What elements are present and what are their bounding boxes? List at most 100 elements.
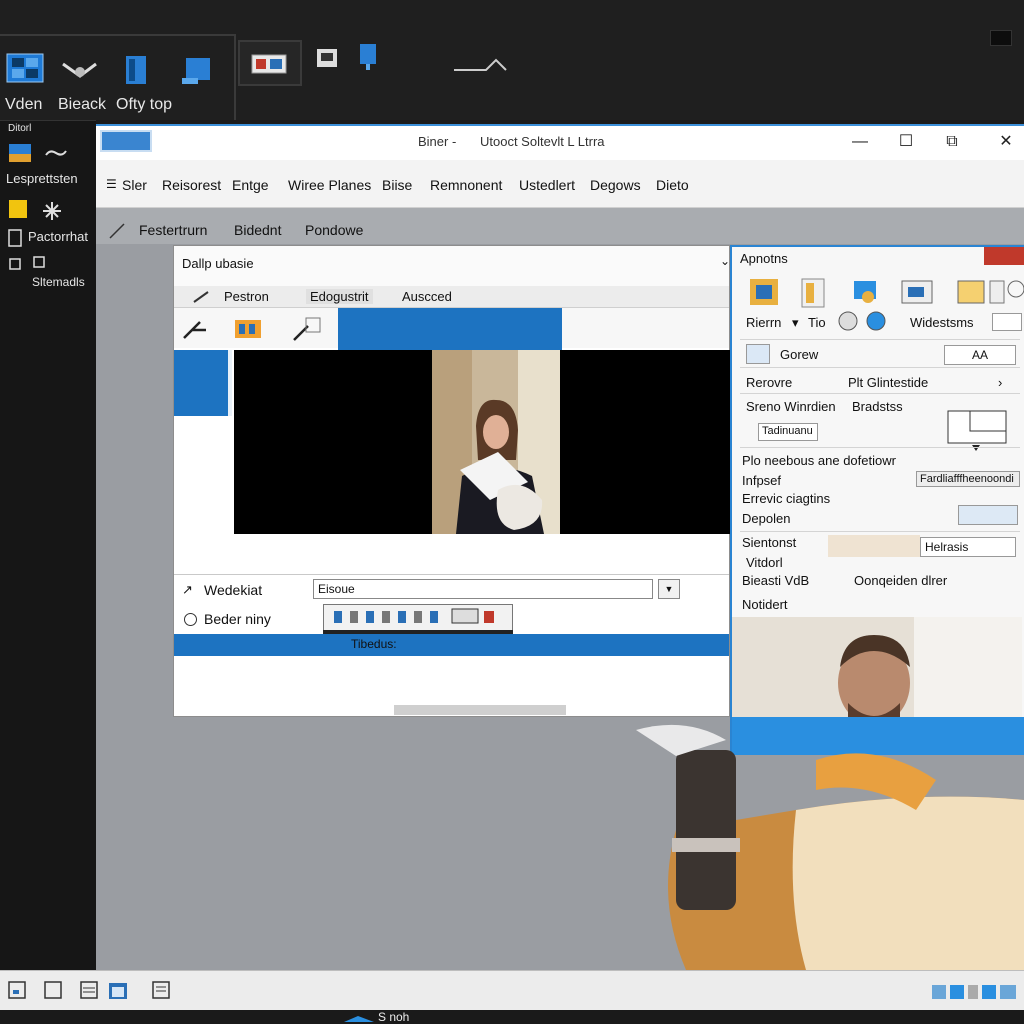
subtool-item[interactable]: Bidednt	[234, 222, 281, 238]
search-button[interactable]: AA	[944, 345, 1016, 365]
sidebar-header: Ditorl	[8, 123, 32, 134]
dialog-tabs: Pestron Edogustrit Auscced	[174, 286, 729, 308]
arrow-icon	[344, 1016, 374, 1022]
panel-icon-row[interactable]	[746, 275, 1024, 309]
chevron-down-icon[interactable]: ⌄	[720, 254, 730, 268]
calendar-icon[interactable]	[108, 981, 128, 1001]
menu-item[interactable]: Degows	[590, 177, 641, 193]
menu-item[interactable]: Sler	[122, 177, 147, 193]
section-line: Errevic ciagtins	[742, 491, 831, 506]
row-value[interactable]: Bradstss	[852, 399, 903, 414]
dark-minimize-button[interactable]	[990, 30, 1012, 46]
toolbar-label-offtop[interactable]: Ofty top	[116, 96, 172, 114]
close-button[interactable]: ✕	[988, 128, 1024, 158]
menu-item[interactable]: Wiree Planes	[288, 177, 371, 193]
video-preview[interactable]	[234, 350, 731, 534]
field-right[interactable]: Fardliafffheenoondi	[916, 471, 1020, 487]
page-icon[interactable]	[44, 981, 62, 999]
frames-icon	[334, 608, 494, 624]
menu-item[interactable]: Entge	[232, 177, 269, 193]
layout-icon[interactable]	[946, 407, 1008, 451]
divider	[740, 367, 1020, 368]
horizontal-scrollbar[interactable]	[394, 705, 566, 715]
tab-advanced[interactable]: Auscced	[402, 289, 452, 304]
status-bar: Tibedus:	[174, 634, 729, 656]
app-logo	[100, 130, 152, 152]
document-icon[interactable]	[152, 981, 170, 999]
restore-button[interactable]: ⧉	[934, 128, 970, 158]
settings-label: Sientonst	[742, 535, 797, 550]
toolbar-label-break[interactable]: Bieack	[58, 96, 106, 114]
menu-item[interactable]: Reisorest	[162, 177, 221, 193]
toolbar-group-secondary[interactable]	[238, 40, 302, 86]
box-icon[interactable]	[316, 48, 338, 68]
menu-item[interactable]: Remnonent	[430, 177, 502, 193]
panel-label[interactable]: Rierrn	[746, 315, 781, 330]
toolbar-label-video[interactable]: Vden	[5, 96, 42, 114]
link-icon[interactable]	[44, 147, 68, 163]
tab-edit[interactable]: Edogustrit	[306, 289, 373, 304]
minimize-button[interactable]: —	[842, 128, 878, 158]
menu-item[interactable]: Dieto	[656, 177, 689, 193]
menu-item[interactable]: Ustedlert	[519, 177, 575, 193]
divider	[174, 574, 729, 575]
brush-icon	[193, 291, 209, 303]
blue-input[interactable]	[958, 505, 1018, 525]
video-icon[interactable]	[6, 52, 46, 86]
sidebar-item-label[interactable]: Lesprettsten	[6, 171, 78, 186]
layers-icon[interactable]	[8, 255, 48, 275]
monitor-icon[interactable]	[180, 56, 214, 86]
resolution-value[interactable]: Oonqeiden dlrer	[854, 573, 947, 588]
chevron-down-icon[interactable]: ▾	[792, 315, 799, 331]
timeline-marker[interactable]	[174, 350, 232, 416]
panel-close-tab[interactable]	[984, 247, 1024, 265]
search-label[interactable]: Gorew	[780, 347, 818, 362]
arrow-icon	[454, 58, 507, 71]
image-icon[interactable]	[8, 143, 32, 163]
list-icon[interactable]	[80, 981, 98, 999]
row-label: Sreno Winrdien	[746, 399, 836, 414]
sidebar-item-label[interactable]: Pactorrhat	[28, 229, 88, 244]
selection-bar[interactable]	[338, 308, 562, 350]
phone-icon[interactable]	[358, 42, 378, 72]
title-bar: Biner - Utooct Soltevlt L Ltrra — ☐ ⧉ ✕	[96, 124, 1024, 160]
color-swatch[interactable]	[828, 535, 920, 557]
tag-button[interactable]: Tadinuanu	[758, 423, 818, 441]
subtool-item[interactable]: Pondowe	[305, 222, 363, 238]
status-text: S noh	[378, 1010, 410, 1024]
tab-position[interactable]: Pestron	[224, 289, 269, 304]
radio-button[interactable]	[184, 613, 197, 626]
field-dropdown[interactable]: Eisoue	[313, 579, 653, 599]
settings-value[interactable]: Helrasis	[920, 537, 1016, 557]
scissors-icon[interactable]	[182, 318, 208, 340]
subtool-item[interactable]: Festertrurn	[139, 222, 207, 238]
crop-icon[interactable]	[292, 316, 322, 342]
tray-icons[interactable]	[930, 981, 1020, 1003]
pen-icon[interactable]	[108, 222, 126, 240]
document-icon[interactable]	[124, 54, 150, 86]
window-icon[interactable]	[8, 981, 26, 999]
menu-icon[interactable]: ☰	[106, 177, 117, 191]
field-icon: ↗	[182, 582, 193, 597]
section-title: Plo neebous ane dofetiowr	[742, 453, 896, 468]
panel-mini-button[interactable]	[992, 313, 1022, 331]
sidebar-item-label[interactable]: Sltemadls	[32, 275, 85, 289]
note-icon[interactable]	[8, 199, 28, 219]
taskbar	[0, 970, 1024, 1010]
panel-label[interactable]: Widestsms	[910, 315, 974, 330]
search-icon[interactable]	[746, 344, 770, 364]
film-icon[interactable]	[234, 316, 262, 340]
maximize-button[interactable]: ☐	[888, 128, 924, 158]
video-frame	[432, 350, 560, 534]
menu-item[interactable]: Biise	[382, 177, 412, 193]
settings-icon[interactable]	[42, 201, 62, 221]
tools-icon[interactable]	[60, 58, 100, 84]
page-icon[interactable]	[8, 229, 22, 247]
chevron-down-icon[interactable]: ▼	[658, 579, 680, 599]
globe-icon[interactable]	[836, 309, 886, 333]
bottom-strip: S noh	[0, 1010, 1024, 1024]
row-value[interactable]: Plt Glintestide	[848, 375, 928, 390]
dialog-title: Dallp ubasie	[182, 256, 254, 271]
chevron-right-icon[interactable]: ›	[998, 375, 1002, 390]
panel-label[interactable]: Tio	[808, 315, 826, 330]
